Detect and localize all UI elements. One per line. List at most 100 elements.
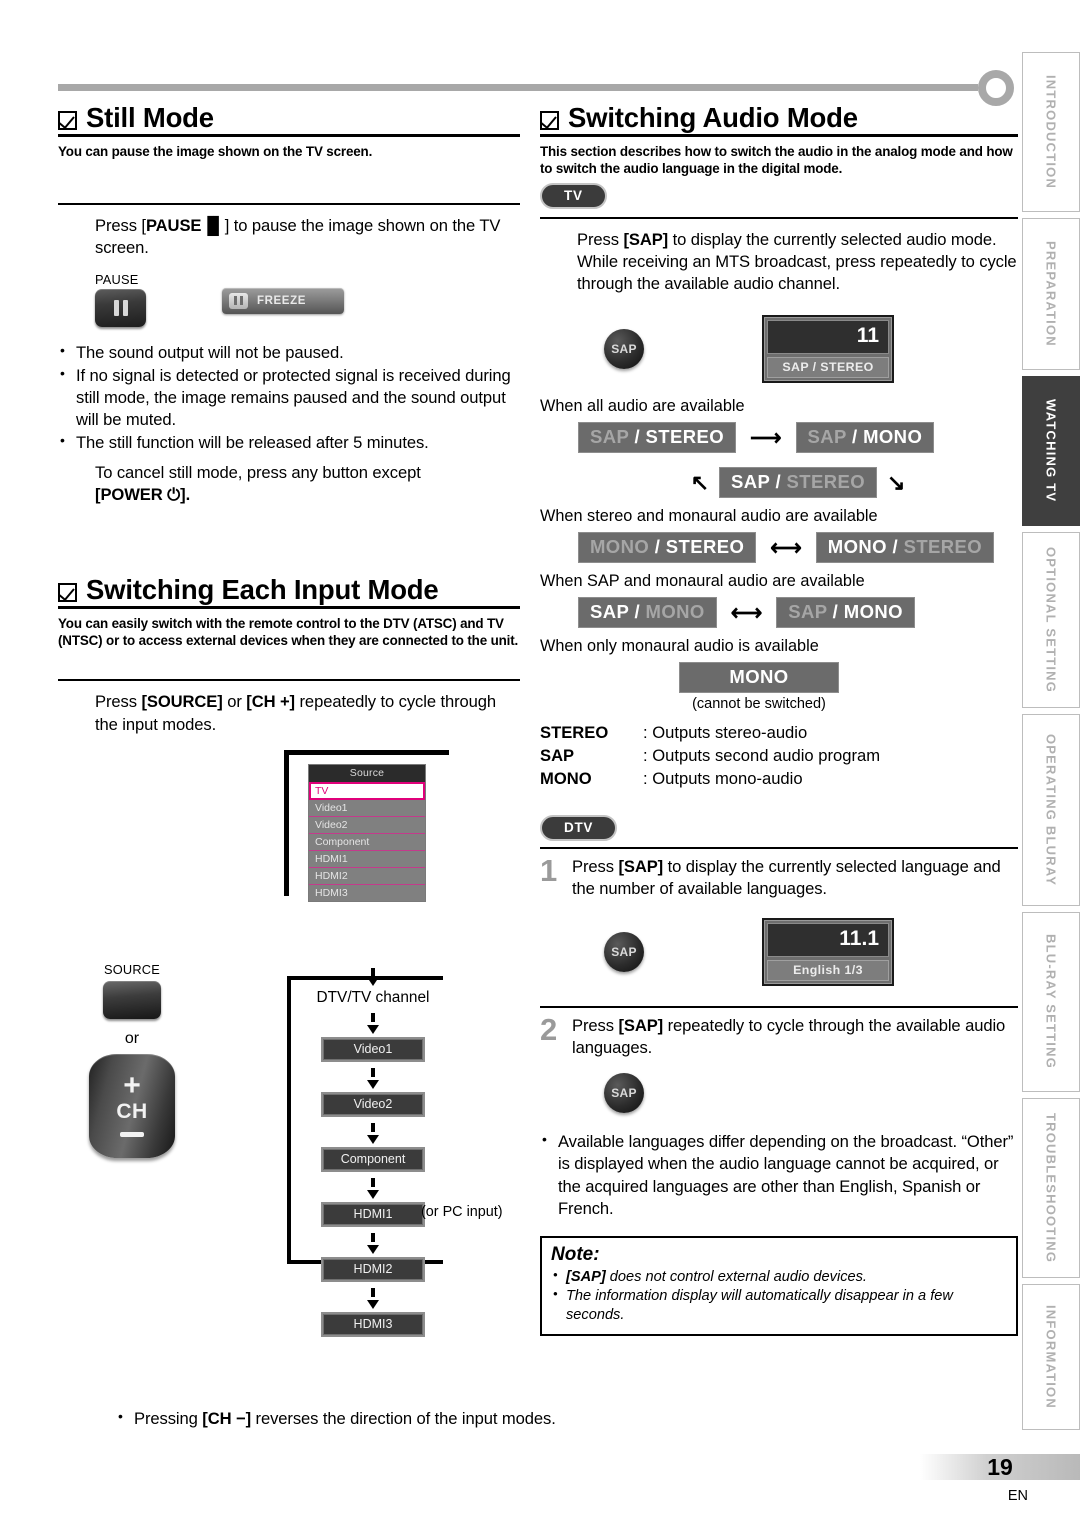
sap-remote-button[interactable]: SAP (604, 329, 644, 370)
pause-keycap[interactable] (95, 288, 146, 327)
flow-arrow-down (367, 1190, 379, 1199)
flow-hdmi1-note: (or PC input) (421, 1204, 503, 1220)
flow-arrow-down (367, 1080, 379, 1089)
tab-watching-tv[interactable]: WATCHING TV (1022, 376, 1080, 526)
instr-a: Press (95, 692, 142, 712)
tv-screen-frame: Source TV Video1 Video2 Component HDMI1 … (284, 749, 449, 902)
tab-label: INTRODUCTION (1043, 74, 1059, 190)
tab-optional-setting[interactable]: OPTIONAL SETTING (1022, 532, 1080, 708)
pause-keycap-label: PAUSE (95, 271, 139, 287)
divider (540, 847, 1018, 850)
header-rule (58, 84, 978, 91)
bullet-a: Pressing (134, 1409, 203, 1428)
sap-remote-button[interactable]: SAP (604, 1073, 644, 1114)
sap-key-name: [SAP] (618, 1016, 664, 1036)
tab-introduction[interactable]: INTRODUCTION (1022, 52, 1080, 212)
source-menu: Source TV Video1 Video2 Component HDMI1 … (308, 763, 426, 902)
source-key[interactable] (103, 981, 161, 1019)
sap-key-name: [SAP] (618, 857, 664, 877)
dtv-sap-osd-row: SAP 11.1 English 1/3 (604, 918, 1018, 987)
input-mode-heading: Switching Each Input Mode (58, 574, 520, 610)
sap-remote-button[interactable]: SAP (604, 932, 644, 973)
source-menu-item-video1[interactable]: Video1 (309, 800, 425, 817)
tab-preparation[interactable]: PREPARATION (1022, 218, 1080, 370)
mono-footnote: (cannot be switched) (692, 696, 826, 713)
cycle-row-top: SAP / STEREO ⟶ SAP / MONO (578, 422, 1018, 454)
dtv-bullets: Available languages differ depending on … (540, 1130, 1018, 1219)
power-key-label: [POWER ⏻]. (95, 485, 191, 505)
pause-key-name: PAUSE (145, 215, 202, 235)
tab-operating-bluray[interactable]: OPERATING BLURAY (1022, 714, 1080, 906)
tv-badge: TV (540, 183, 607, 210)
osd-audio-mode: SAP / STEREO (767, 357, 889, 379)
osd-channel-number: 11.1 (767, 923, 889, 958)
tab-troubleshooting[interactable]: TROUBLESHOOTING (1022, 1098, 1080, 1278)
flow-arrow-stem (371, 1288, 375, 1297)
tab-information[interactable]: INFORMATION (1022, 1284, 1080, 1430)
tab-label: OPTIONAL SETTING (1043, 546, 1059, 694)
freeze-osd-button: FREEZE (222, 287, 344, 314)
tv-badge-wrap: TV (540, 177, 1018, 210)
bullet-b: reverses the direction of the input mode… (251, 1409, 556, 1428)
page-number: 19 (987, 1453, 1013, 1480)
definition-row: MONO : Outputs mono-audio (540, 768, 1018, 791)
tv-sap-osd-row: SAP 11 SAP / STEREO (604, 315, 1018, 384)
arrow-left-right-icon: ⟷ (730, 599, 763, 625)
pause-icon (113, 299, 128, 316)
source-menu-item-hdmi2[interactable]: HDMI2 (309, 868, 425, 885)
sap-key-name: [SAP] (566, 1268, 606, 1285)
input-mode-instruction: Press [SOURCE] or [CH +] repeatedly to c… (58, 691, 520, 735)
flow-arrow-down (367, 1135, 379, 1144)
flow-node-video2: Video2 (321, 1092, 425, 1117)
cycle-caption-2: When stereo and monaural audio are avail… (540, 507, 878, 526)
note-item: [SAP] does not control external audio de… (551, 1267, 1007, 1287)
list-item: The still function will be released afte… (58, 431, 520, 454)
divider (540, 1006, 1018, 1009)
divider (540, 217, 1018, 220)
source-key-name: [SOURCE] (141, 692, 223, 712)
checkbox-icon (58, 111, 77, 130)
source-menu-item-video2[interactable]: Video2 (309, 817, 425, 834)
tab-label: TROUBLESHOOTING (1043, 1112, 1059, 1264)
checkbox-icon (58, 583, 77, 603)
tab-label: BLU-RAY SETTING (1043, 934, 1059, 1070)
cycle-caption-4: When only monaural audio is available (540, 637, 819, 656)
flow-arrow-stem (371, 1123, 375, 1132)
cycle-diagram-mono-only: MONO (cannot be switched) (500, 662, 1018, 712)
left-column: Still Mode You can pause the image shown… (58, 103, 556, 1428)
chplus-key-name: [CH +] (246, 692, 295, 712)
sap-key-name: [SAP] (623, 230, 669, 250)
tv-instruction: Press [SAP] to display the currently sel… (540, 229, 1018, 295)
pause-icon-small (229, 292, 248, 309)
source-menu-title: Source (309, 764, 425, 782)
input-mode-title: Switching Each Input Mode (86, 574, 439, 606)
source-menu-item-hdmi1[interactable]: HDMI1 (309, 851, 425, 868)
input-mode-lead: You can easily switch with the remote co… (58, 616, 519, 648)
step-number: 2 (540, 1012, 558, 1048)
dtv-badge: DTV (540, 815, 618, 842)
input-flow-diagram: DTV/TV channel Video1 Video2 Component H… (287, 968, 537, 1337)
ch-rocker-key[interactable]: + CH (89, 1054, 175, 1158)
definition-desc: : Outputs mono-audio (643, 769, 803, 789)
mode-box-mono-stereo: MONO / STEREO (578, 532, 757, 564)
arrow-left-right-icon: ⟷ (770, 534, 802, 560)
cancel-text: To cancel still mode, press any button e… (95, 463, 421, 483)
flow-arrow-down (367, 1025, 379, 1034)
tab-label: OPERATING BLURAY (1043, 733, 1059, 887)
osd-language: English 1/3 (767, 960, 889, 982)
ch-label: CH (116, 1100, 148, 1123)
ch-minus-icon (120, 1132, 144, 1137)
mode-box-sap-stereo: SAP / STEREO (578, 422, 736, 454)
note-title: Note: (551, 1243, 600, 1265)
instruction-pre: Press [ (95, 215, 146, 235)
source-menu-item-hdmi3[interactable]: HDMI3 (309, 885, 425, 901)
flow-node-hdmi3: HDMI3 (321, 1312, 425, 1337)
tab-bluray-setting[interactable]: BLU-RAY SETTING (1022, 912, 1080, 1092)
still-mode-heading: Still Mode (58, 103, 520, 138)
mode-box-mono: MONO (679, 662, 839, 694)
pause-glyph: ▐▌ (201, 215, 225, 235)
source-menu-item-tv[interactable]: TV (309, 781, 425, 800)
source-menu-item-component[interactable]: Component (309, 834, 425, 851)
dtv-badge-wrap: DTV (540, 809, 1018, 842)
cycle-caption-3: When SAP and monaural audio are availabl… (540, 572, 865, 591)
